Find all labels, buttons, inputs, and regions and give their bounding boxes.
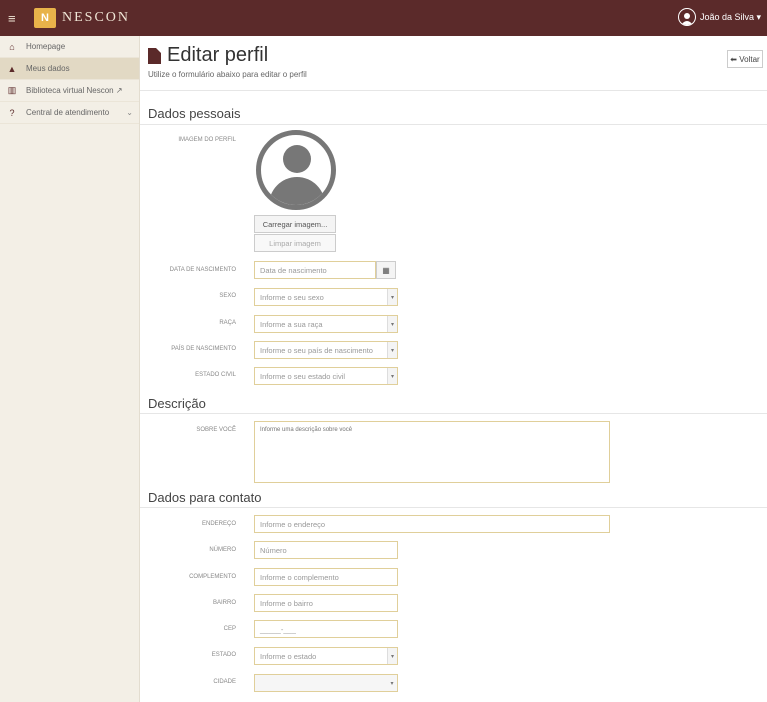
sidebar: ⌂ Homepage ▲ Meus dados ▥ Biblioteca vir… xyxy=(0,36,140,702)
menu-icon[interactable]: ≡ xyxy=(8,12,28,25)
user-menu[interactable]: João da Silva ▾ xyxy=(677,8,761,26)
address-label: Endereço xyxy=(201,521,236,527)
brand-name: NESCON xyxy=(62,10,131,25)
about-label: Sobre você xyxy=(196,427,236,433)
upload-image-button[interactable]: Carregar imagem... xyxy=(254,215,336,233)
chevron-down-icon: ▾ xyxy=(387,342,397,358)
calendar-icon[interactable]: ▦ xyxy=(376,261,396,279)
sidebar-item-central[interactable]: ? Central de atendimento ⌄ xyxy=(0,102,139,124)
address-input[interactable]: Informe o endereço xyxy=(254,515,610,533)
about-textarea[interactable] xyxy=(254,421,610,483)
sidebar-item-biblioteca[interactable]: ▥ Biblioteca virtual Nescon ↗ xyxy=(0,80,139,102)
user-avatar-icon xyxy=(677,8,696,26)
profile-image-label: Imagem do perfil xyxy=(178,137,236,143)
country-label: País de nascimento xyxy=(171,346,236,352)
section-title-description: Descrição xyxy=(148,396,206,411)
library-icon: ▥ xyxy=(7,85,17,95)
district-input[interactable]: Informe o bairro xyxy=(254,594,398,612)
chevron-down-icon: ▾ xyxy=(390,680,394,687)
divider xyxy=(140,124,767,125)
state-select[interactable]: Informe o estado ▾ xyxy=(254,647,398,665)
chevron-down-icon: ⌄ xyxy=(126,108,133,117)
section-title-personal: Dados pessoais xyxy=(148,106,241,121)
sidebar-item-label: Central de atendimento xyxy=(26,108,110,117)
birth-date-label: Data de nascimento xyxy=(169,267,236,273)
page-title: Editar perfil xyxy=(148,44,268,67)
state-label: Estado xyxy=(211,652,236,658)
chevron-down-icon: ▾ xyxy=(387,316,397,332)
civil-status-select-value: Informe o seu estado civil xyxy=(260,371,346,381)
document-icon xyxy=(148,47,161,64)
cep-label: CEP xyxy=(223,626,236,632)
back-button[interactable]: ⬅ Voltar xyxy=(727,50,763,68)
sex-select-value: Informe o seu sexo xyxy=(260,292,324,302)
top-navbar: ≡ N NESCON João da Silva ▾ xyxy=(0,0,767,36)
user-name: João da Silva ▾ xyxy=(699,11,761,22)
number-input[interactable]: Número xyxy=(254,541,398,559)
city-label: Cidade xyxy=(213,679,236,685)
complement-input[interactable]: Informe o complemento xyxy=(254,568,398,586)
divider xyxy=(140,413,767,414)
city-select[interactable]: ▾ xyxy=(254,674,398,692)
page-title-text: Editar perfil xyxy=(167,44,269,66)
user-icon: ▲ xyxy=(7,63,17,74)
country-select-value: Informe o seu país de nascimento xyxy=(260,345,373,355)
district-label: Bairro xyxy=(212,600,236,606)
sex-label: Sexo xyxy=(219,293,236,299)
race-select[interactable]: Informe a sua raça ▾ xyxy=(254,315,398,333)
clear-image-button[interactable]: Limpar imagem xyxy=(254,234,336,252)
race-select-value: Informe a sua raça xyxy=(260,319,323,329)
sidebar-item-label: Biblioteca virtual Nescon ↗ xyxy=(26,86,123,95)
number-label: Número xyxy=(209,547,236,553)
sidebar-item-label: Meus dados xyxy=(26,64,70,73)
main-content: Editar perfil Utilize o formulário abaix… xyxy=(140,36,767,702)
civil-status-select[interactable]: Informe o seu estado civil ▾ xyxy=(254,367,398,385)
divider xyxy=(140,90,767,91)
section-title-contact: Dados para contato xyxy=(148,490,262,505)
chevron-down-icon: ▾ xyxy=(387,368,397,384)
sidebar-item-label: Homepage xyxy=(26,42,66,51)
race-label: Raça xyxy=(219,320,236,326)
chevron-down-icon: ▾ xyxy=(387,648,397,664)
sex-select[interactable]: Informe o seu sexo ▾ xyxy=(254,288,398,306)
birth-date-input[interactable]: Data de nascimento xyxy=(254,261,376,279)
civil-status-label: Estado civil xyxy=(195,372,236,378)
help-icon: ? xyxy=(9,107,15,118)
sidebar-item-meus-dados[interactable]: ▲ Meus dados xyxy=(0,58,139,80)
divider xyxy=(140,507,767,508)
page-subtitle: Utilize o formulário abaixo para editar … xyxy=(148,70,307,79)
state-select-value: Informe o estado xyxy=(260,651,317,661)
sidebar-item-homepage[interactable]: ⌂ Homepage xyxy=(0,36,139,58)
profile-image-placeholder-icon xyxy=(256,130,336,210)
complement-label: Complemento xyxy=(189,574,236,580)
home-icon: ⌂ xyxy=(9,41,15,52)
country-select[interactable]: Informe o seu país de nascimento ▾ xyxy=(254,341,398,359)
cep-input[interactable]: _____-___ xyxy=(254,620,398,638)
chevron-down-icon: ▾ xyxy=(387,289,397,305)
logo-icon: N xyxy=(34,8,56,28)
